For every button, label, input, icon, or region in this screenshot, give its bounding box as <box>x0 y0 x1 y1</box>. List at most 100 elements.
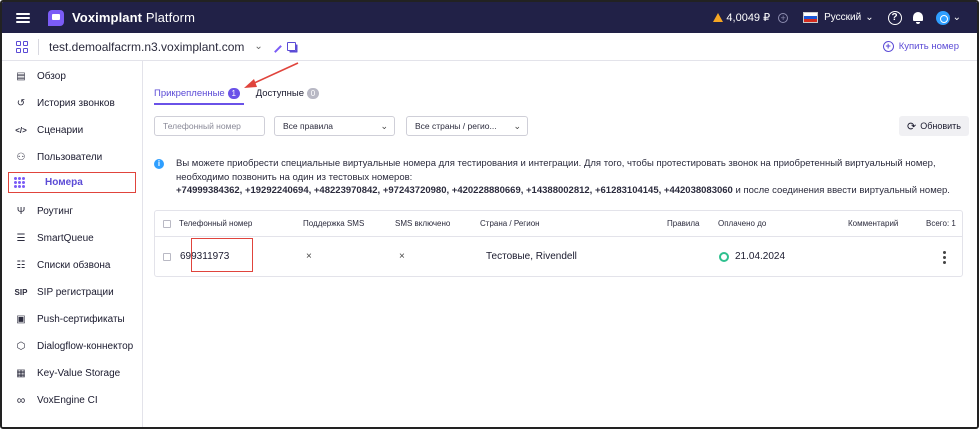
divider <box>38 38 39 55</box>
countries-select[interactable]: Все страны / регио... ⌄ <box>406 116 528 136</box>
help-icon[interactable]: ? <box>887 10 902 25</box>
info-line-3: +74999384362, +19292240694, +48223970842… <box>176 184 964 198</box>
routing-icon: Ψ <box>16 205 26 217</box>
table-header: Телефонный номер Поддержка SMS SMS включ… <box>155 211 962 237</box>
apps-grid-icon[interactable] <box>16 40 28 53</box>
sidebar-item-label: SmartQueue <box>37 232 94 244</box>
certificate-icon: ▣ <box>16 313 26 325</box>
sidebar-item-scenarios[interactable]: </> Сценарии <box>10 119 138 141</box>
buy-number-button[interactable]: + Купить номер <box>882 41 959 52</box>
voximplant-logo-icon <box>48 9 64 26</box>
sidebar-item-call-lists[interactable]: ☷ Списки обзвона <box>10 254 138 276</box>
sidebar-item-voxengine-ci[interactable]: ∞ VoxEngine CI <box>10 389 138 411</box>
top-bar: Voximplant Platform 4,0049 ₽ + Русский ⌄… <box>2 2 977 33</box>
sidebar-item-dialogflow[interactable]: ⬡ Dialogflow-коннектор <box>10 335 138 357</box>
edit-icon[interactable] <box>268 40 282 53</box>
dialpad-icon <box>14 177 28 188</box>
row-country: Тестовые, Rivendell <box>486 251 577 262</box>
sidebar-item-label: Пользователи <box>37 151 103 163</box>
dialogflow-icon: ⬡ <box>16 340 26 352</box>
chevron-down-icon[interactable]: ⌄ <box>254 41 262 52</box>
sidebar-item-label: Key-Value Storage <box>37 367 121 379</box>
power-icon[interactable] <box>935 10 950 25</box>
language-selector[interactable]: Русский <box>824 12 861 23</box>
filters-row: Телефонный номер Все правила ⌄ Все стран… <box>154 116 528 136</box>
countries-select-value: Все страны / регио... <box>415 121 497 131</box>
count-badge: 0 <box>307 87 320 99</box>
sidebar-item-routing[interactable]: Ψ Роутинг <box>10 200 138 222</box>
column-header-country[interactable]: Страна / Регион <box>480 211 540 237</box>
info-line-2: необходимо позвонить на один из тестовых… <box>176 171 413 183</box>
sidebar-item-key-value-storage[interactable]: ▦ Key-Value Storage <box>10 362 138 384</box>
column-header-sms-support[interactable]: Поддержка SMS <box>303 211 364 237</box>
brand-name: Voximplant <box>72 10 143 25</box>
column-header-rules[interactable]: Правила <box>667 211 699 237</box>
tab-label: Прикрепленные <box>154 87 225 99</box>
column-header-paid-until[interactable]: Оплачено до <box>718 211 766 237</box>
column-header-phone[interactable]: Телефонный номер <box>179 211 252 237</box>
refresh-label: Обновить <box>920 121 961 131</box>
sms-enabled-value: × <box>399 251 405 262</box>
sidebar-item-overview[interactable]: ▤ Обзор <box>10 65 138 87</box>
info-text: Вы можете приобрести специальные виртуал… <box>176 157 964 198</box>
sidebar-item-label: Dialogflow-коннектор <box>37 340 134 352</box>
add-funds-icon[interactable]: + <box>778 12 789 23</box>
tab-attached[interactable]: Прикрепленные 1 <box>154 83 240 103</box>
sidebar-item-users[interactable]: ⚇ Пользователи <box>10 146 138 168</box>
copy-icon[interactable] <box>286 42 296 51</box>
brand-title: Voximplant Platform <box>72 10 195 25</box>
column-header-comment[interactable]: Комментарий <box>848 211 898 237</box>
bell-icon[interactable] <box>912 11 924 24</box>
code-icon: </> <box>15 125 27 135</box>
chevron-down-icon[interactable]: ⌄ <box>953 12 961 23</box>
total-count: Всего: 1 <box>926 219 956 228</box>
infinity-icon: ∞ <box>16 393 26 407</box>
sidebar-item-push-certificates[interactable]: ▣ Push-сертификаты <box>10 308 138 330</box>
info-notice: i Вы можете приобрести специальные вирту… <box>154 157 964 198</box>
sidebar-item-call-history[interactable]: ↺ История звонков <box>10 92 138 114</box>
hamburger-icon[interactable] <box>16 12 30 23</box>
phone-number-filter-input[interactable]: Телефонный номер <box>154 116 265 136</box>
main-content: Прикрепленные 1 Доступные 0 Телефонный н… <box>143 61 977 427</box>
sidebar-item-label: SIP регистрации <box>37 286 114 298</box>
list-icon: ☷ <box>16 259 26 271</box>
row-paid-until: 21.04.2024 <box>735 251 786 262</box>
account-name[interactable]: test.demoalfacrm.n3.voximplant.com <box>49 40 244 54</box>
row-menu-icon[interactable] <box>943 251 946 264</box>
sms-support-value: × <box>306 251 312 262</box>
refresh-icon: ⟳ <box>907 120 917 133</box>
sidebar: ▤ Обзор ↺ История звонков </> Сценарии ⚇… <box>2 61 143 427</box>
sidebar-item-label: Списки обзвона <box>37 259 111 271</box>
sidebar-item-numbers[interactable]: Номера <box>8 172 136 193</box>
chevron-down-icon[interactable]: ⌄ <box>865 12 873 23</box>
buy-number-label: Купить номер <box>898 41 959 52</box>
dashboard-icon: ▤ <box>16 70 26 82</box>
column-header-sms-enabled[interactable]: SMS включено <box>395 211 450 237</box>
sidebar-item-sip-registrations[interactable]: SIP SIP регистрации <box>10 281 138 303</box>
app-window: Voximplant Platform 4,0049 ₽ + Русский ⌄… <box>0 0 979 429</box>
highlight-box <box>191 238 253 272</box>
refresh-button[interactable]: ⟳ Обновить <box>899 116 969 136</box>
top-bar-right: 4,0049 ₽ + Русский ⌄ ? ⌄ <box>713 2 977 33</box>
sidebar-item-smartqueue[interactable]: ☰ SmartQueue <box>10 227 138 249</box>
table-row[interactable]: 699311973 × × Тестовые, Rivendell 21.04.… <box>155 238 962 276</box>
info-suffix: и после соединения ввести виртуальный но… <box>732 185 950 196</box>
sidebar-item-label: История звонков <box>37 97 115 109</box>
users-icon: ⚇ <box>16 151 26 163</box>
warning-icon <box>713 13 724 22</box>
russia-flag-icon <box>803 12 819 23</box>
numbers-table: Телефонный номер Поддержка SMS SMS включ… <box>154 210 963 277</box>
active-tab-indicator <box>154 103 244 105</box>
select-all-checkbox[interactable] <box>163 220 171 228</box>
balance[interactable]: 4,0049 ₽ <box>726 11 770 24</box>
annotation-arrow-icon <box>244 62 299 88</box>
info-icon: i <box>154 159 164 169</box>
sidebar-item-label: Сценарии <box>37 124 84 136</box>
info-line-1: Вы можете приобрести специальные виртуал… <box>176 158 936 169</box>
chevron-down-icon: ⌄ <box>380 120 388 131</box>
history-icon: ↺ <box>16 97 26 109</box>
row-checkbox[interactable] <box>163 253 171 261</box>
sidebar-item-label: Роутинг <box>37 205 74 217</box>
rules-select[interactable]: Все правила ⌄ <box>274 116 395 136</box>
status-active-icon <box>719 252 729 262</box>
